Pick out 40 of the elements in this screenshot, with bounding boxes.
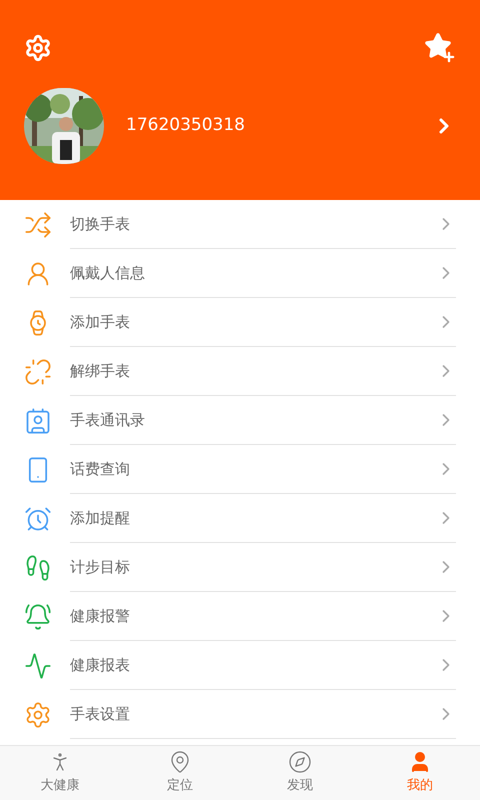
tab[interactable]: 定位 bbox=[120, 746, 240, 800]
menu-item[interactable]: 话费查询 bbox=[0, 445, 480, 494]
line-chart-icon bbox=[24, 652, 52, 680]
compass-icon bbox=[288, 750, 312, 774]
menu-item[interactable]: 健康报警 bbox=[0, 592, 480, 641]
menu-item[interactable]: 解绑手表 bbox=[0, 347, 480, 396]
menu-label: 手表设置 bbox=[70, 704, 131, 725]
menu-label: 添加提醒 bbox=[70, 508, 131, 529]
menu-item[interactable]: 计步目标 bbox=[0, 543, 480, 592]
menu-item[interactable]: 添加手表 bbox=[0, 298, 480, 347]
settings-icon bbox=[24, 34, 52, 62]
broken-link-icon bbox=[24, 358, 52, 386]
menu-label: 切换手表 bbox=[70, 214, 131, 235]
gear-icon bbox=[24, 700, 52, 728]
menu-label: 手表通讯录 bbox=[70, 410, 146, 431]
footprint-icon bbox=[24, 554, 52, 582]
favorite-button[interactable] bbox=[424, 32, 456, 64]
menu-item[interactable]: 手表通讯录 bbox=[0, 396, 480, 445]
alarm-clock-icon bbox=[24, 504, 52, 532]
menu-label: 话费查询 bbox=[70, 458, 131, 480]
menu-label: 健康报表 bbox=[70, 654, 131, 676]
ringing-bell-icon bbox=[24, 602, 52, 630]
menu-item[interactable]: 佩戴人信息 bbox=[0, 249, 480, 298]
phone-number: 17620350318 bbox=[126, 114, 246, 138]
star-plus-icon bbox=[424, 32, 456, 64]
tab[interactable]: 发现 bbox=[240, 746, 360, 800]
settings-button[interactable] bbox=[24, 34, 52, 62]
tab[interactable]: 大健康 bbox=[0, 746, 120, 800]
menu-item[interactable]: 健康报表 bbox=[0, 641, 480, 690]
contact-card-icon bbox=[24, 406, 52, 434]
menu-item[interactable]: 添加提醒 bbox=[0, 494, 480, 543]
menu-label: 健康报警 bbox=[70, 606, 131, 627]
menu-item[interactable]: 手表设置 bbox=[0, 690, 480, 739]
tab[interactable]: 我的 bbox=[360, 746, 480, 800]
menu-label: 计步目标 bbox=[70, 556, 131, 578]
menu-label: 佩戴人信息 bbox=[70, 262, 146, 284]
switch-icon bbox=[24, 210, 52, 238]
menu-item[interactable]: 切换手表 bbox=[0, 200, 480, 249]
menu-label: 添加手表 bbox=[70, 312, 131, 333]
menu-label: 解绑手表 bbox=[70, 360, 131, 382]
